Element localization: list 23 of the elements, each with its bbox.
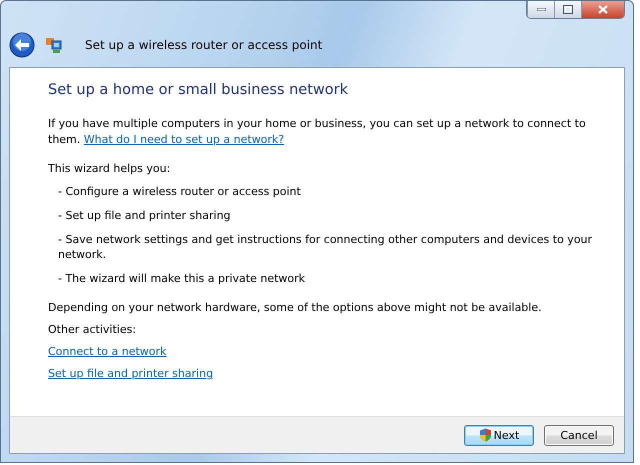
activity-link[interactable]: Connect to a network <box>48 345 166 358</box>
bullet-item: - Set up file and printer sharing <box>58 208 232 223</box>
cancel-button[interactable]: Cancel <box>544 424 614 446</box>
intro-paragraph: If you have multiple computers in your home or business, you can set up a network to connect to them. What do I need to set up a network? <box>48 116 587 148</box>
window-title: Set up a wireless router or access point <box>85 38 322 52</box>
bullet-item: - Save network settings and get instructions for connecting other computers and devices to your network. <box>58 232 594 262</box>
bullet-item: - Configure a wireless router or access point <box>58 184 302 199</box>
availability-note: Depending on your network hardware, some of the options above might not be available. <box>48 301 543 314</box>
network-icon <box>45 36 63 54</box>
page-heading: Set up a home or small business network <box>48 82 349 98</box>
shield-icon <box>478 428 492 442</box>
activity-link[interactable]: Set up file and printer sharing <box>48 367 214 380</box>
minimize-button[interactable] <box>527 1 554 18</box>
close-button[interactable] <box>581 1 624 18</box>
wizard-helps-label: This wizard helps you: <box>48 162 172 175</box>
close-icon <box>598 5 608 14</box>
bullet-item: - The wizard will make this a private network <box>58 271 306 286</box>
next-button[interactable]: Next <box>464 424 534 446</box>
help-link[interactable]: What do I need to set up a network? <box>84 133 284 146</box>
maximize-icon <box>563 5 573 14</box>
minimize-icon <box>536 8 546 11</box>
other-activities-label: Other activities: <box>48 323 138 336</box>
maximize-button[interactable] <box>554 1 581 18</box>
